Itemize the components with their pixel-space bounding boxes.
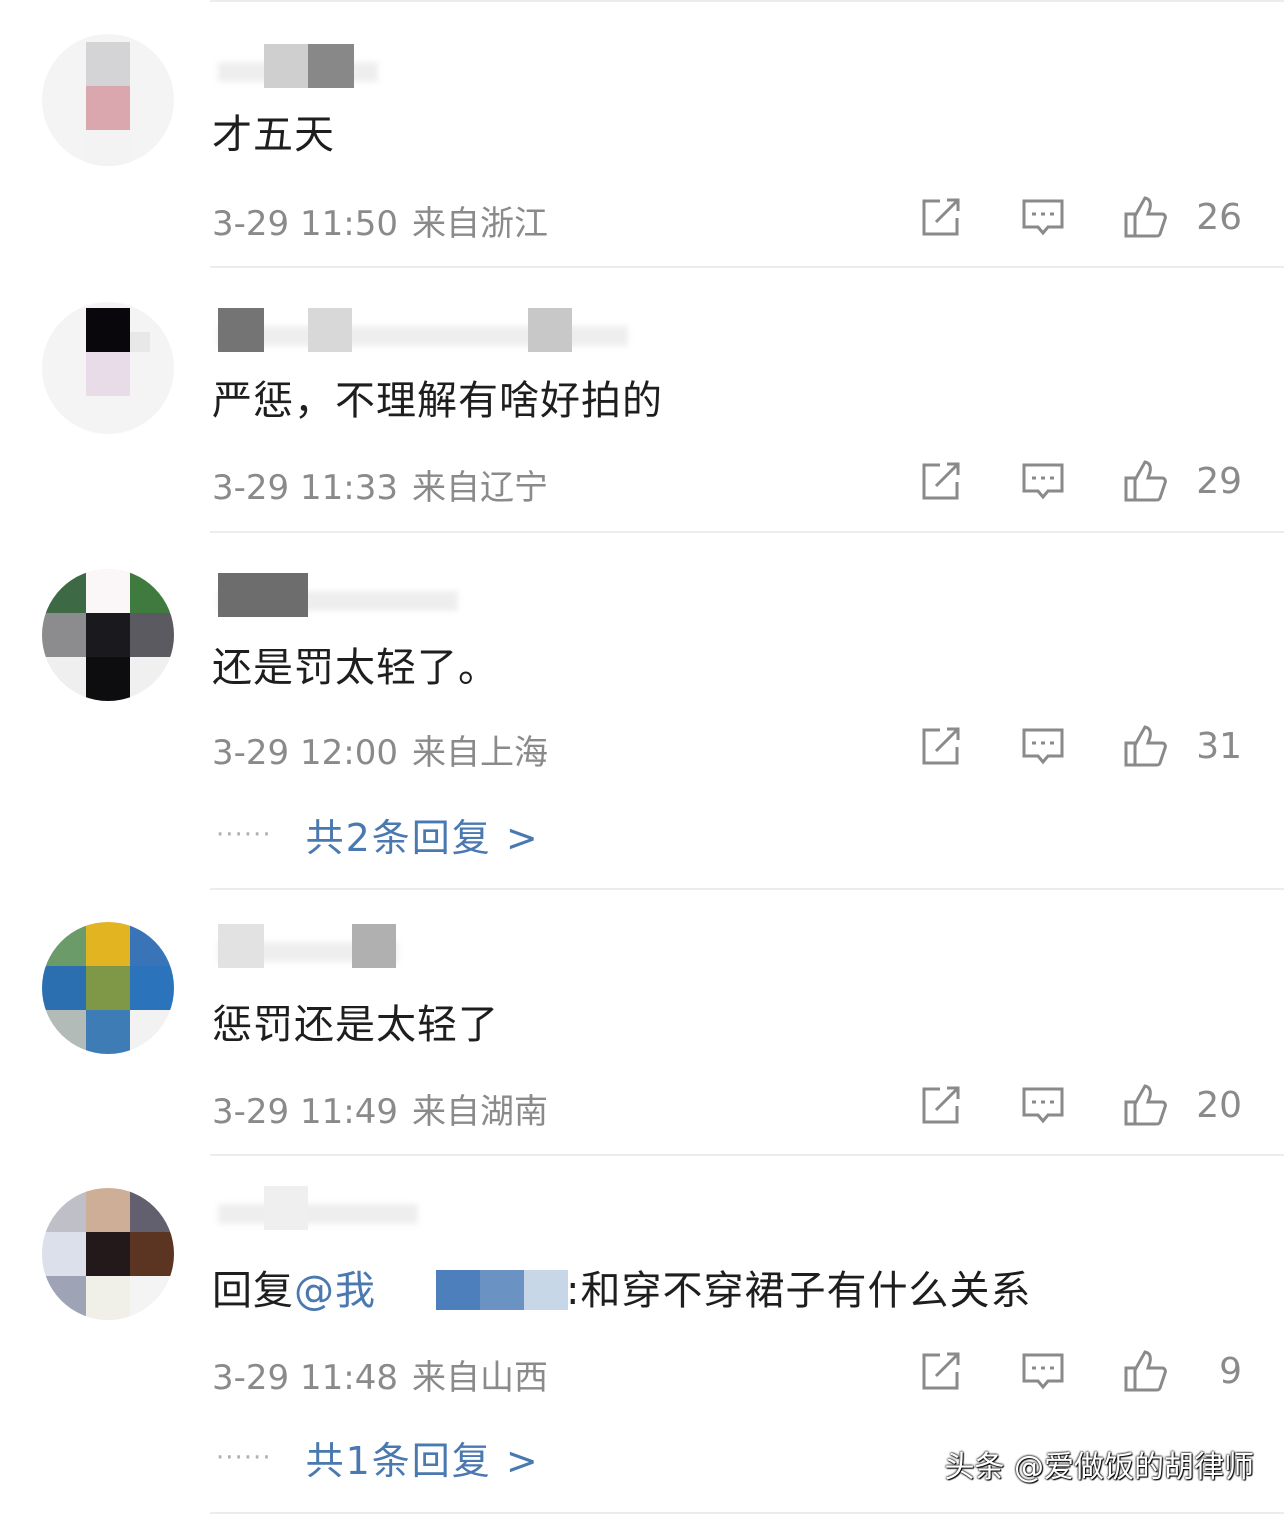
comment-actions: 20 xyxy=(918,1080,1242,1130)
like-icon[interactable] xyxy=(1122,194,1168,240)
comment-time: 3-29 11:49 xyxy=(212,1092,398,1132)
replies-row: ······ 共1条回复 > xyxy=(216,1430,540,1485)
view-replies-link[interactable]: 共1条回复 > xyxy=(306,1430,540,1485)
like-icon[interactable] xyxy=(1122,723,1168,769)
like-icon[interactable] xyxy=(1122,1082,1168,1128)
like-icon[interactable] xyxy=(1122,1348,1168,1394)
comment-text: 惩罚还是太轻了 xyxy=(212,1002,499,1048)
comment-icon[interactable] xyxy=(1020,194,1066,240)
share-icon[interactable] xyxy=(918,1082,964,1128)
mention-blur xyxy=(376,1268,568,1310)
avatar[interactable] xyxy=(42,302,174,434)
share-icon[interactable] xyxy=(918,194,964,240)
share-icon[interactable] xyxy=(918,458,964,504)
comment-text: 才五天 xyxy=(212,112,335,158)
comment-time: 3-29 12:00 xyxy=(212,733,398,773)
view-replies-link[interactable]: 共2条回复 > xyxy=(306,807,540,862)
comment-time: 3-29 11:48 xyxy=(212,1358,398,1398)
comment-actions: 9 xyxy=(918,1346,1242,1396)
share-icon[interactable] xyxy=(918,723,964,769)
username[interactable] xyxy=(218,44,378,90)
comment-location: 来自湖南 xyxy=(411,1092,548,1132)
dots: ······ xyxy=(216,1442,272,1473)
avatar[interactable] xyxy=(42,34,174,166)
comment-location: 来自辽宁 xyxy=(411,468,548,508)
like-count: 9 xyxy=(1219,1350,1242,1392)
comment-meta: 3-29 11:49 来自湖南 xyxy=(212,1084,548,1133)
username[interactable] xyxy=(218,573,458,619)
comment-location: 来自浙江 xyxy=(411,204,548,244)
reply-prefix: 回复 xyxy=(212,1268,294,1314)
comment-time: 3-29 11:50 xyxy=(212,204,398,244)
like-count: 20 xyxy=(1196,1084,1242,1126)
comment-icon[interactable] xyxy=(1020,1082,1066,1128)
comment-meta: 3-29 11:50 来自浙江 xyxy=(212,196,548,245)
replies-row: ······ 共2条回复 > xyxy=(216,807,540,862)
comment-location: 来自上海 xyxy=(411,733,548,773)
username[interactable] xyxy=(218,308,628,354)
divider xyxy=(210,888,1284,890)
comment-actions: 31 xyxy=(918,721,1242,771)
share-icon[interactable] xyxy=(918,1348,964,1394)
watermark: 头条 @爱做饭的胡律师 xyxy=(944,1450,1254,1485)
comment-icon[interactable] xyxy=(1020,723,1066,769)
comment-text: 回复@我 :和穿不穿裙子有什么关系 xyxy=(212,1258,1031,1316)
comment-text: 严惩，不理解有啥好拍的 xyxy=(212,378,663,424)
divider xyxy=(210,531,1284,533)
avatar[interactable] xyxy=(42,569,174,701)
avatar[interactable] xyxy=(42,922,174,1054)
like-count: 29 xyxy=(1196,460,1242,502)
avatar[interactable] xyxy=(42,1188,174,1320)
comment-meta: 3-29 11:33 来自辽宁 xyxy=(212,460,548,509)
divider xyxy=(210,0,1284,2)
divider xyxy=(210,1154,1284,1156)
comment-icon[interactable] xyxy=(1020,1348,1066,1394)
comment-location: 来自山西 xyxy=(411,1358,548,1398)
like-count: 26 xyxy=(1196,196,1242,238)
username[interactable] xyxy=(218,924,398,970)
like-icon[interactable] xyxy=(1122,458,1168,504)
comment-icon[interactable] xyxy=(1020,458,1066,504)
divider xyxy=(210,266,1284,268)
comment-body: :和穿不穿裙子有什么关系 xyxy=(566,1268,1032,1314)
comment-time: 3-29 11:33 xyxy=(212,468,398,508)
dots: ······ xyxy=(216,819,272,850)
username[interactable] xyxy=(218,1186,418,1232)
comment-meta: 3-29 11:48 来自山西 xyxy=(212,1350,548,1399)
like-count: 31 xyxy=(1196,725,1242,767)
comment-text: 还是罚太轻了。 xyxy=(212,645,499,691)
mention-link[interactable]: @我 xyxy=(294,1268,376,1314)
comment-actions: 29 xyxy=(918,456,1242,506)
comment-actions: 26 xyxy=(918,192,1242,242)
comment-meta: 3-29 12:00 来自上海 xyxy=(212,725,548,774)
